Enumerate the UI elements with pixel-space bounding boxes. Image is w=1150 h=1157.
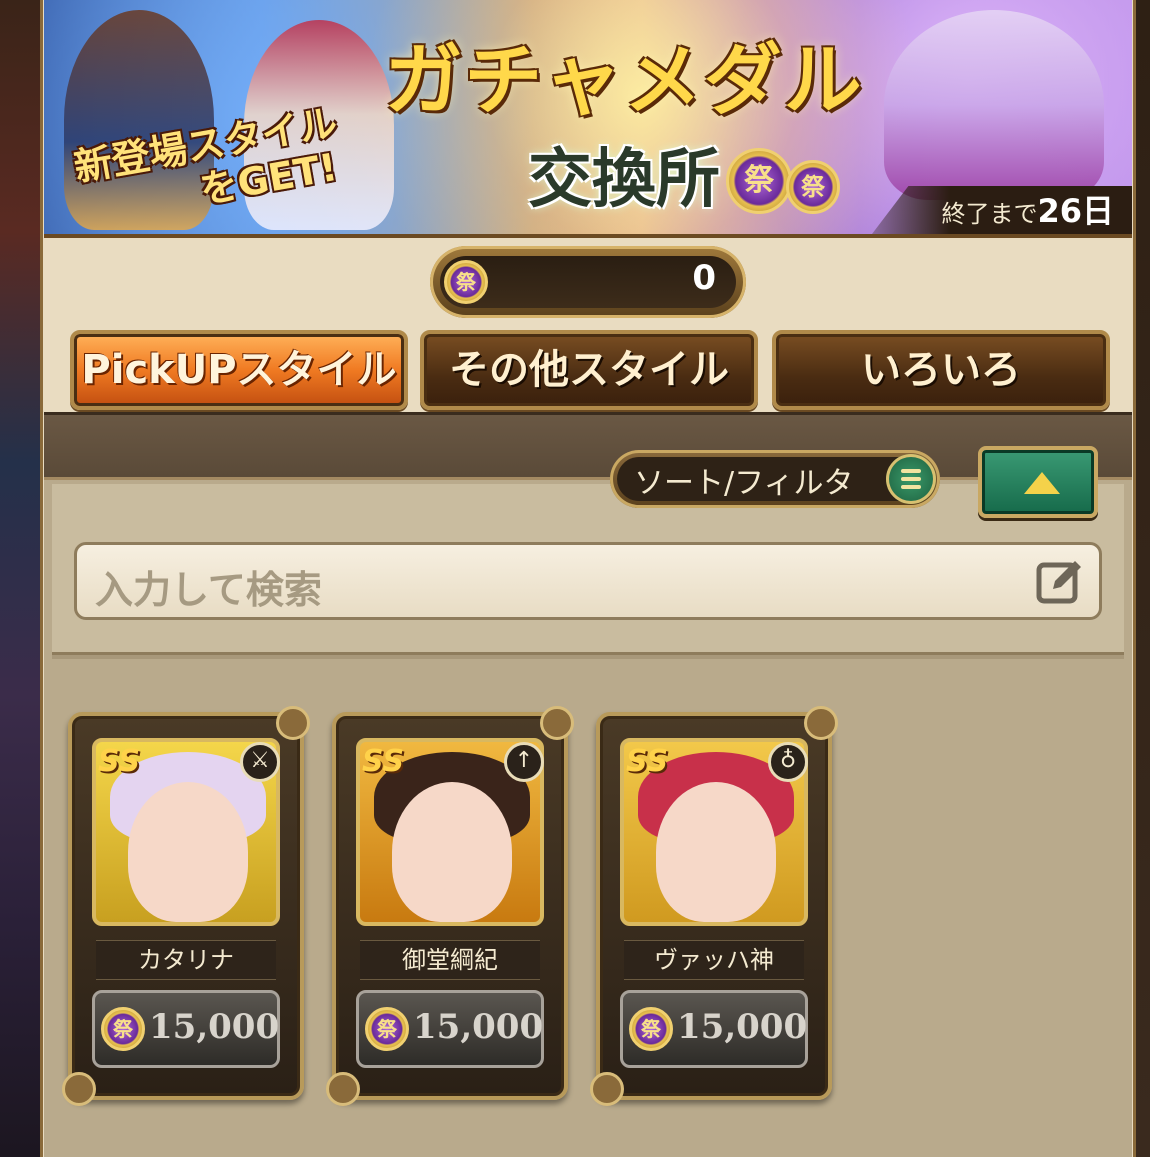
style-card[interactable]: SS ⚔ カタリナ 祭 15,000 bbox=[62, 706, 310, 1106]
price-tag: 祭 15,000 bbox=[620, 990, 808, 1068]
card-ornament bbox=[326, 1072, 360, 1106]
collapse-button[interactable] bbox=[978, 446, 1098, 518]
banner-character-right bbox=[884, 10, 1104, 200]
rank-badge: SS bbox=[626, 744, 669, 779]
katana-icon: ↑ bbox=[504, 742, 544, 782]
tab-other-styles[interactable]: その他スタイル bbox=[420, 330, 758, 410]
end-countdown: 終了まで26日 bbox=[872, 186, 1132, 234]
right-game-background bbox=[1134, 0, 1150, 1157]
festival-medal-icon: 祭 bbox=[101, 1007, 145, 1051]
rank-badge: SS bbox=[98, 744, 141, 779]
category-tabs: PickUPスタイル その他スタイル いろいろ bbox=[70, 330, 1110, 412]
search-input[interactable]: 入力して検索 bbox=[74, 542, 1102, 620]
menu-icon bbox=[886, 454, 936, 504]
medal-counter: 祭 0 bbox=[430, 246, 746, 318]
medal-count: 0 bbox=[692, 258, 716, 298]
style-card[interactable]: SS ♁ ヴァッハ神 祭 15,000 bbox=[590, 706, 838, 1106]
left-game-background bbox=[0, 0, 42, 1157]
event-banner: ガチャメダル 交換所 新登場スタイル をGET! 祭 祭 終了まで26日 bbox=[44, 0, 1132, 238]
festival-medal-icon: 祭 bbox=[365, 1007, 409, 1051]
style-card[interactable]: SS ↑ 御堂綱紀 祭 15,000 bbox=[326, 706, 574, 1106]
staff-icon: ♁ bbox=[768, 742, 808, 782]
search-placeholder: 入力して検索 bbox=[95, 568, 322, 612]
sort-filter-button[interactable]: ソート/フィルタ bbox=[610, 450, 940, 508]
price-value: 15,000 bbox=[677, 1007, 808, 1047]
tab-pickup-styles[interactable]: PickUPスタイル bbox=[70, 330, 408, 410]
edit-icon[interactable] bbox=[1033, 555, 1087, 609]
price-tag: 祭 15,000 bbox=[356, 990, 544, 1068]
triangle-up-icon bbox=[1024, 472, 1060, 494]
sort-filter-label: ソート/フィルタ bbox=[634, 466, 854, 501]
portrait-face bbox=[392, 782, 512, 922]
end-label: 終了まで bbox=[941, 200, 1038, 228]
festival-medal-icon: 祭 bbox=[786, 160, 840, 214]
banner-title: ガチャメダル bbox=[384, 36, 864, 126]
card-ornament bbox=[804, 706, 838, 740]
price-tag: 祭 15,000 bbox=[92, 990, 280, 1068]
card-ornament bbox=[276, 706, 310, 740]
end-days: 26日 bbox=[1037, 192, 1114, 230]
price-value: 15,000 bbox=[413, 1007, 544, 1047]
portrait-face bbox=[656, 782, 776, 922]
character-name: 御堂綱紀 bbox=[360, 940, 540, 980]
card-ornament bbox=[540, 706, 574, 740]
card-ornament bbox=[590, 1072, 624, 1106]
portrait-face bbox=[128, 782, 248, 922]
price-value: 15,000 bbox=[149, 1007, 280, 1047]
sword-icon: ⚔ bbox=[240, 742, 280, 782]
festival-medal-icon: 祭 bbox=[444, 260, 488, 304]
card-ornament bbox=[62, 1072, 96, 1106]
filter-band bbox=[44, 412, 1132, 480]
festival-medal-icon: 祭 bbox=[726, 148, 792, 214]
rank-badge: SS bbox=[362, 744, 405, 779]
banner-subtitle: 交換所 bbox=[528, 143, 720, 217]
tab-misc[interactable]: いろいろ bbox=[772, 330, 1110, 410]
character-name: カタリナ bbox=[96, 940, 276, 980]
character-name: ヴァッハ神 bbox=[624, 940, 804, 980]
festival-medal-icon: 祭 bbox=[629, 1007, 673, 1051]
